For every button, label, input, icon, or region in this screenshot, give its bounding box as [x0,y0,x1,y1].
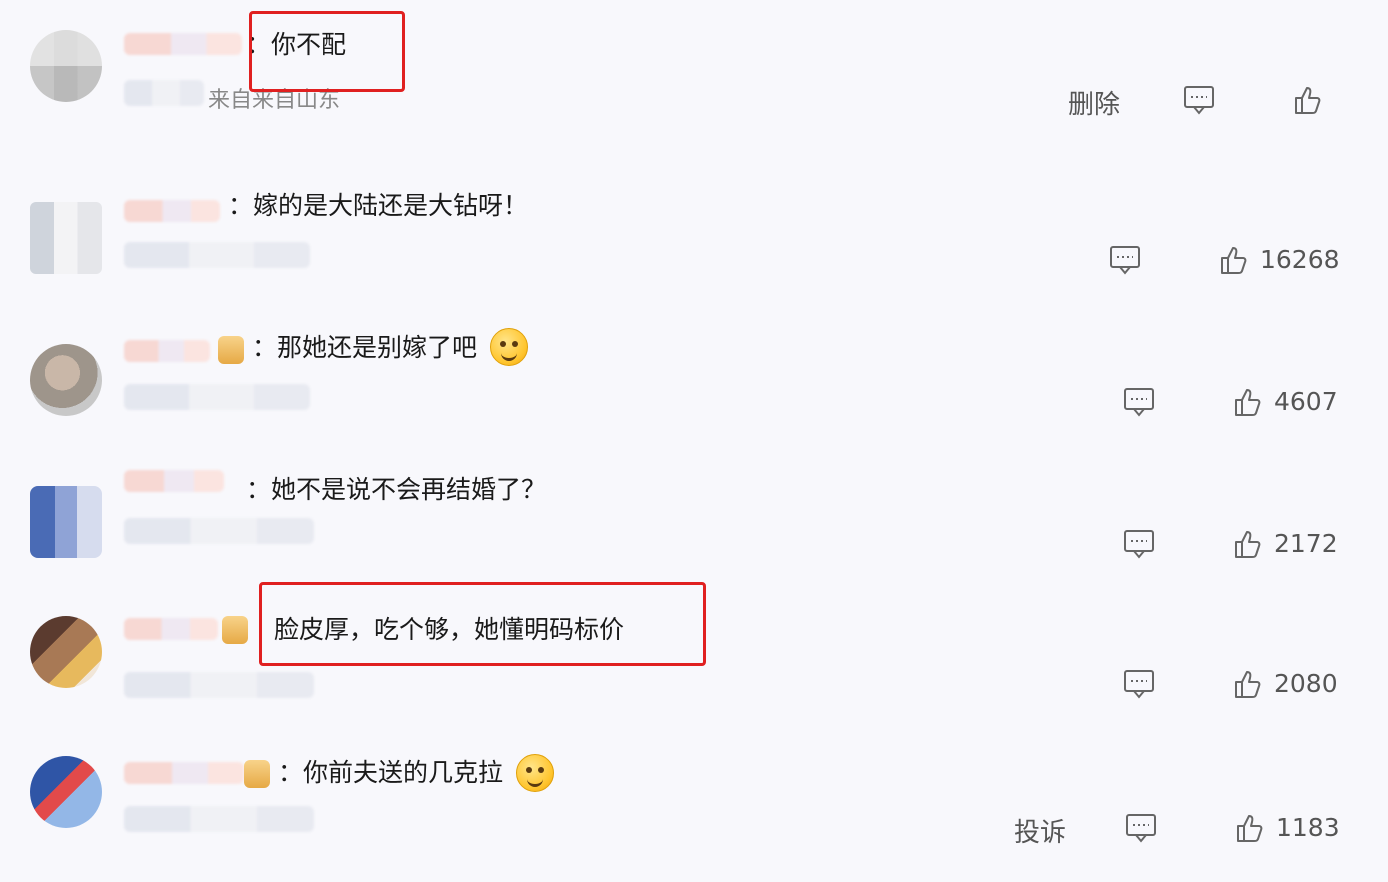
like-count: 16268 [1260,245,1340,274]
like-count: 4607 [1274,387,1338,416]
avatar[interactable] [30,344,102,416]
comment-icon[interactable] [1108,244,1142,276]
comment-text: ：你前夫送的几克拉 [278,758,504,787]
sweat-emoji-icon [516,754,554,792]
meta-blurred [124,384,310,410]
comment-text: ：她不是说不会再结婚了？ [246,475,547,504]
member-badge-icon [218,336,244,364]
thumbs-up-icon[interactable] [1230,668,1264,700]
comment-icon[interactable] [1122,668,1156,700]
username-blurred[interactable] [124,618,218,640]
thumbs-up-icon[interactable] [1232,812,1266,844]
comment-icon[interactable] [1124,812,1158,844]
username-blurred[interactable] [124,340,210,362]
comment-icon[interactable] [1122,528,1156,560]
comment-item: ：你不配 来自来自山东 删除 [0,0,1388,142]
like-count: 2080 [1274,669,1338,698]
comment-item: ：你前夫送的几克拉 投诉 1183 [0,740,1388,882]
meta-blurred [124,80,204,106]
meta-blurred [124,806,314,832]
avatar[interactable] [30,486,102,558]
username-blurred[interactable] [124,33,242,55]
comment-item: 脸皮厚，吃个够，她懂明码标价 2080 [0,582,1388,740]
meta-blurred [124,672,314,698]
thumbs-up-icon[interactable] [1216,244,1250,276]
thumbs-up-icon[interactable] [1230,386,1264,418]
smile-emoji-icon [490,328,528,366]
username-blurred[interactable] [124,470,224,492]
member-badge-icon [244,760,270,788]
delete-button[interactable]: 删除 [1068,84,1120,121]
meta-blurred [124,242,310,268]
avatar[interactable] [30,202,102,274]
avatar[interactable] [30,616,102,688]
meta-blurred [124,518,314,544]
thumbs-up-icon[interactable] [1290,84,1324,116]
username-blurred[interactable] [124,762,244,784]
red-highlight-box [259,582,706,666]
comment-text: ：那她还是别嫁了吧 [252,333,478,362]
comment-item: ：那她还是别嫁了吧 4607 [0,314,1388,456]
comment-item: ：她不是说不会再结婚了？ 2172 [0,456,1388,598]
username-blurred[interactable] [124,200,220,222]
comment-icon[interactable] [1122,386,1156,418]
like-count: 2172 [1274,529,1338,558]
report-button[interactable]: 投诉 [1014,812,1066,849]
member-badge-icon [222,616,248,644]
avatar[interactable] [30,30,102,102]
avatar[interactable] [30,756,102,828]
comment-item: ：嫁的是大陆还是大钻呀！ 16268 [0,172,1388,314]
comment-text: ：嫁的是大陆还是大钻呀！ [228,191,529,220]
comment-icon[interactable] [1182,84,1216,116]
thumbs-up-icon[interactable] [1230,528,1264,560]
red-highlight-box [249,11,405,92]
like-count: 1183 [1276,813,1340,842]
